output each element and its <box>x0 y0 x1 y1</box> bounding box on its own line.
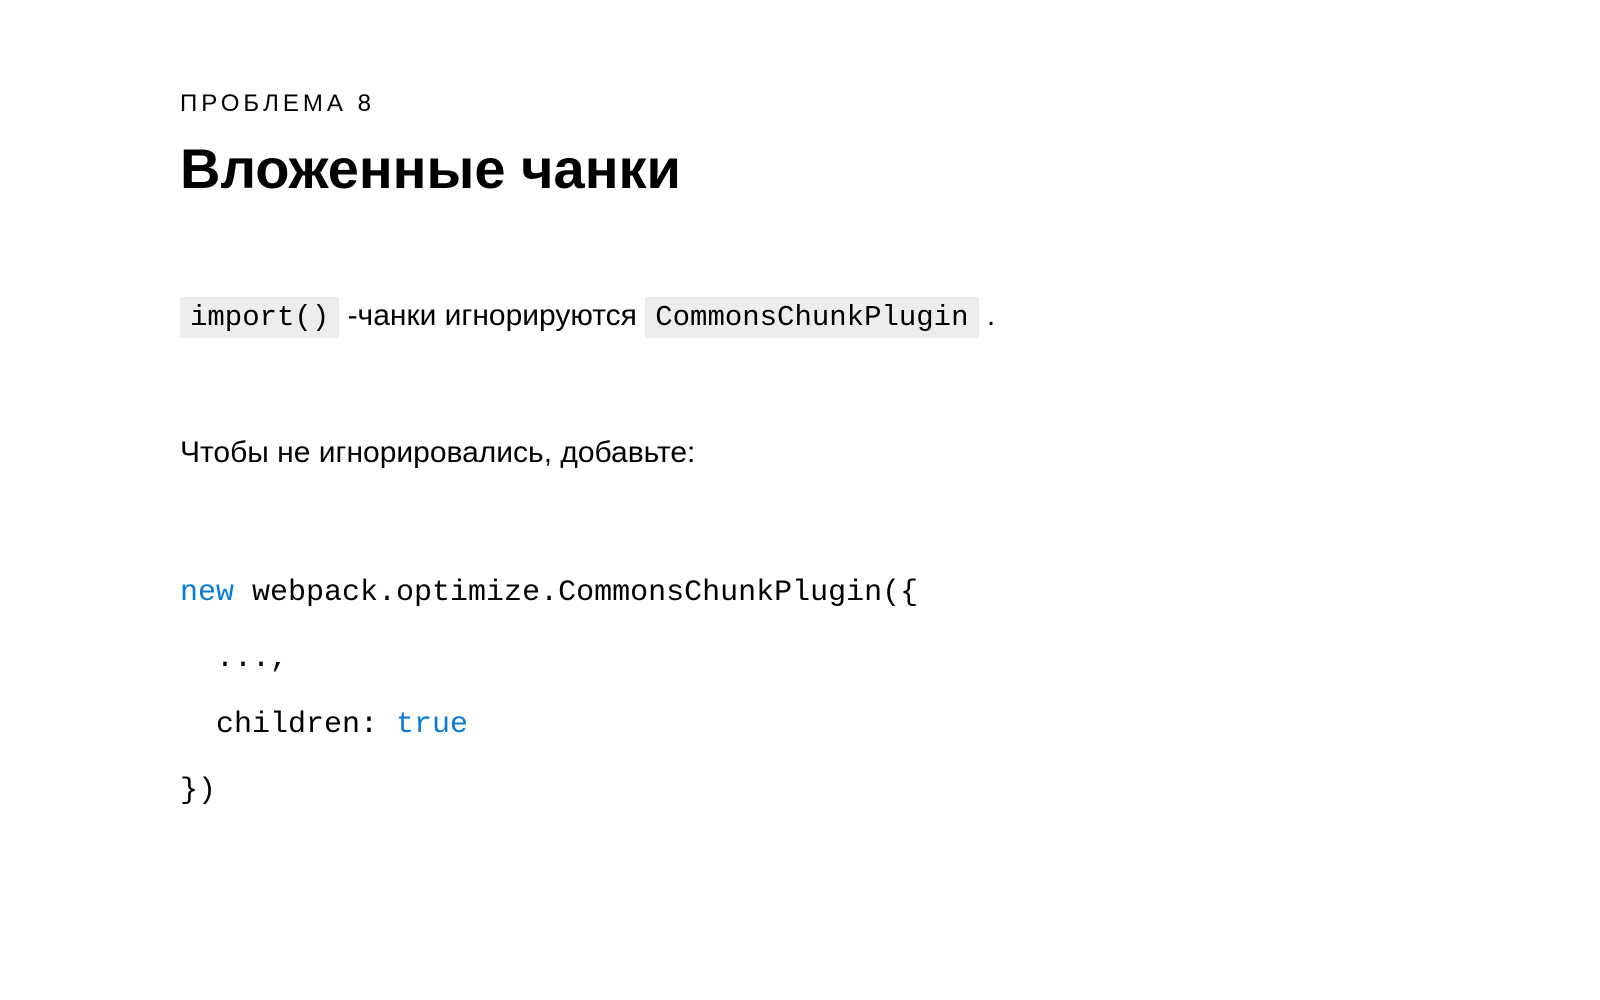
text-fragment: -чанки игнорируются <box>339 299 645 332</box>
code-text: children: <box>180 708 396 742</box>
code-text: ..., <box>180 642 288 676</box>
text-fragment: . <box>979 299 996 332</box>
code-keyword-true: true <box>396 708 468 742</box>
code-keyword-new: new <box>180 576 234 610</box>
slide-title: Вложенные чанки <box>180 136 1420 201</box>
inline-code-plugin: CommonsChunkPlugin <box>645 297 978 338</box>
code-text: webpack.optimize.CommonsChunkPlugin({ <box>234 576 918 610</box>
inline-code-import: import() <box>180 297 339 338</box>
code-block: new webpack.optimize.CommonsChunkPlugin(… <box>180 560 1420 824</box>
slide-sentence-2: Чтобы не игнорировались, добавьте: <box>180 430 1420 475</box>
code-text: }) <box>180 774 216 808</box>
slide-sentence-1: import() -чанки игнорируются CommonsChun… <box>180 293 1420 340</box>
slide-eyebrow: ПРОБЛЕМА 8 <box>180 90 1420 118</box>
